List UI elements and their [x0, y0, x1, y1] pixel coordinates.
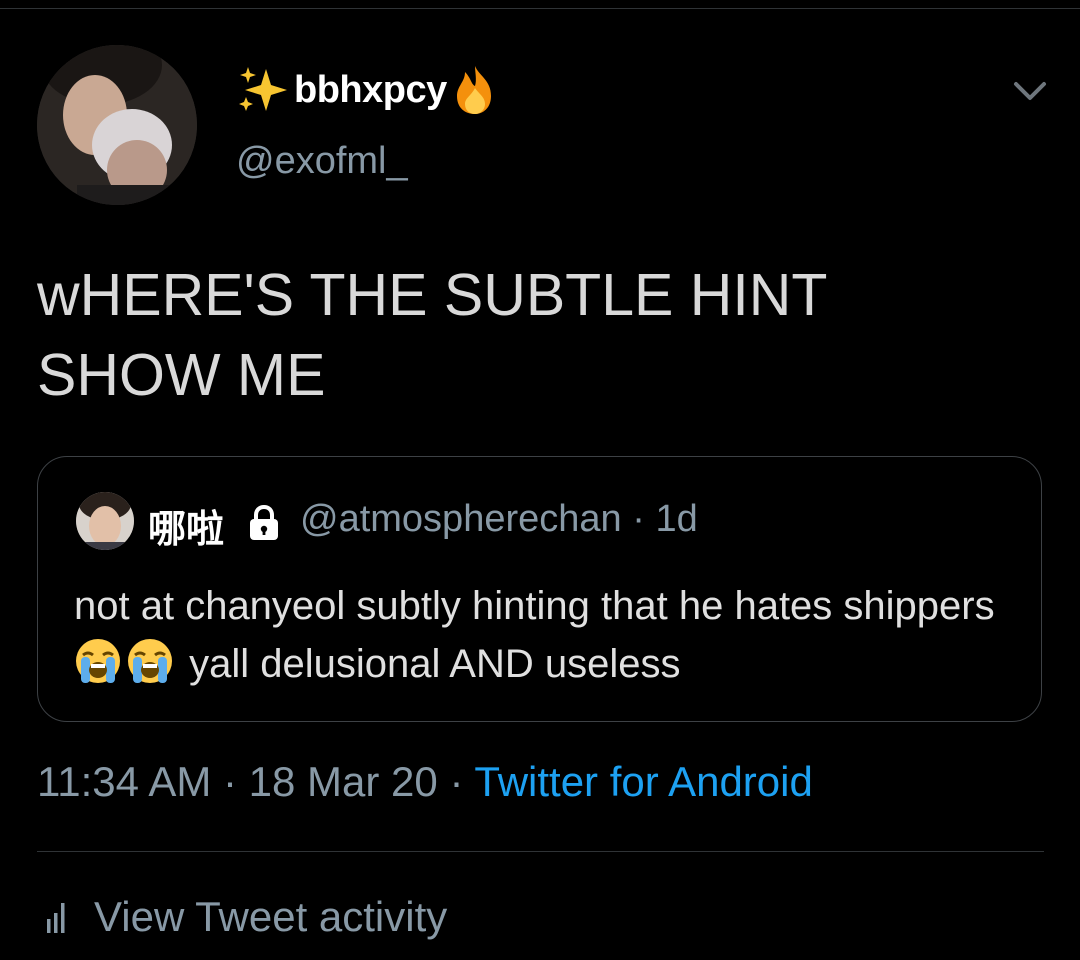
chevron-down-icon[interactable] — [1010, 76, 1050, 104]
loudly-crying-face-icon — [128, 639, 172, 683]
tweet-source-link[interactable]: Twitter for Android — [474, 758, 812, 805]
tweet-time: 11:34 AM — [37, 758, 212, 805]
tweet-body: wHERE'S THE SUBTLE HINT SHOW ME — [37, 255, 1037, 415]
view-activity-label: View Tweet activity — [94, 893, 448, 940]
tweet-body-line: wHERE'S THE SUBTLE HINT — [37, 262, 828, 328]
author-avatar[interactable] — [37, 45, 197, 205]
quoted-author-handle[interactable]: @atmospherechan — [300, 498, 622, 540]
quoted-text-part: not at chanyeol subtly hinting that he h… — [74, 584, 995, 628]
footer-divider — [37, 851, 1044, 852]
tweet-body-line: SHOW ME — [37, 342, 326, 408]
quoted-tweet-age: 1d — [655, 498, 698, 540]
quoted-avatar-image — [76, 492, 134, 550]
quoted-tweet[interactable]: 哪啦 @atmospherechan · 1d not at chanyeol … — [37, 456, 1042, 722]
separator-dot: · — [632, 498, 656, 540]
tweet-date: 18 Mar 20 — [248, 758, 438, 805]
quoted-author-meta: @atmospherechan · 1d — [300, 498, 698, 541]
tweet-metadata: 11:34 AM · 18 Mar 20 · Twitter for Andro… — [37, 758, 813, 806]
author-display-name[interactable]: bbhxpcy — [236, 64, 501, 116]
quoted-tweet-body: not at chanyeol subtly hinting that he h… — [74, 577, 1014, 693]
sparkles-icon — [239, 67, 287, 111]
separator-dot: · — [223, 758, 249, 805]
quoted-author-avatar[interactable] — [76, 492, 134, 550]
author-handle[interactable]: @exofml_ — [236, 140, 408, 183]
loudly-crying-face-icon — [76, 639, 120, 683]
lock-icon — [250, 504, 278, 540]
author-name-text: bbhxpcy — [294, 68, 447, 111]
avatar-image — [37, 45, 197, 205]
analytics-icon — [47, 903, 65, 933]
top-divider — [0, 8, 1080, 9]
separator-dot: · — [449, 758, 475, 805]
view-activity-button[interactable]: View Tweet activity — [46, 893, 447, 941]
quoted-author-name[interactable]: 哪啦 — [148, 498, 224, 553]
fire-icon — [456, 66, 491, 114]
quoted-text-part: yall delusional AND useless — [189, 642, 681, 686]
